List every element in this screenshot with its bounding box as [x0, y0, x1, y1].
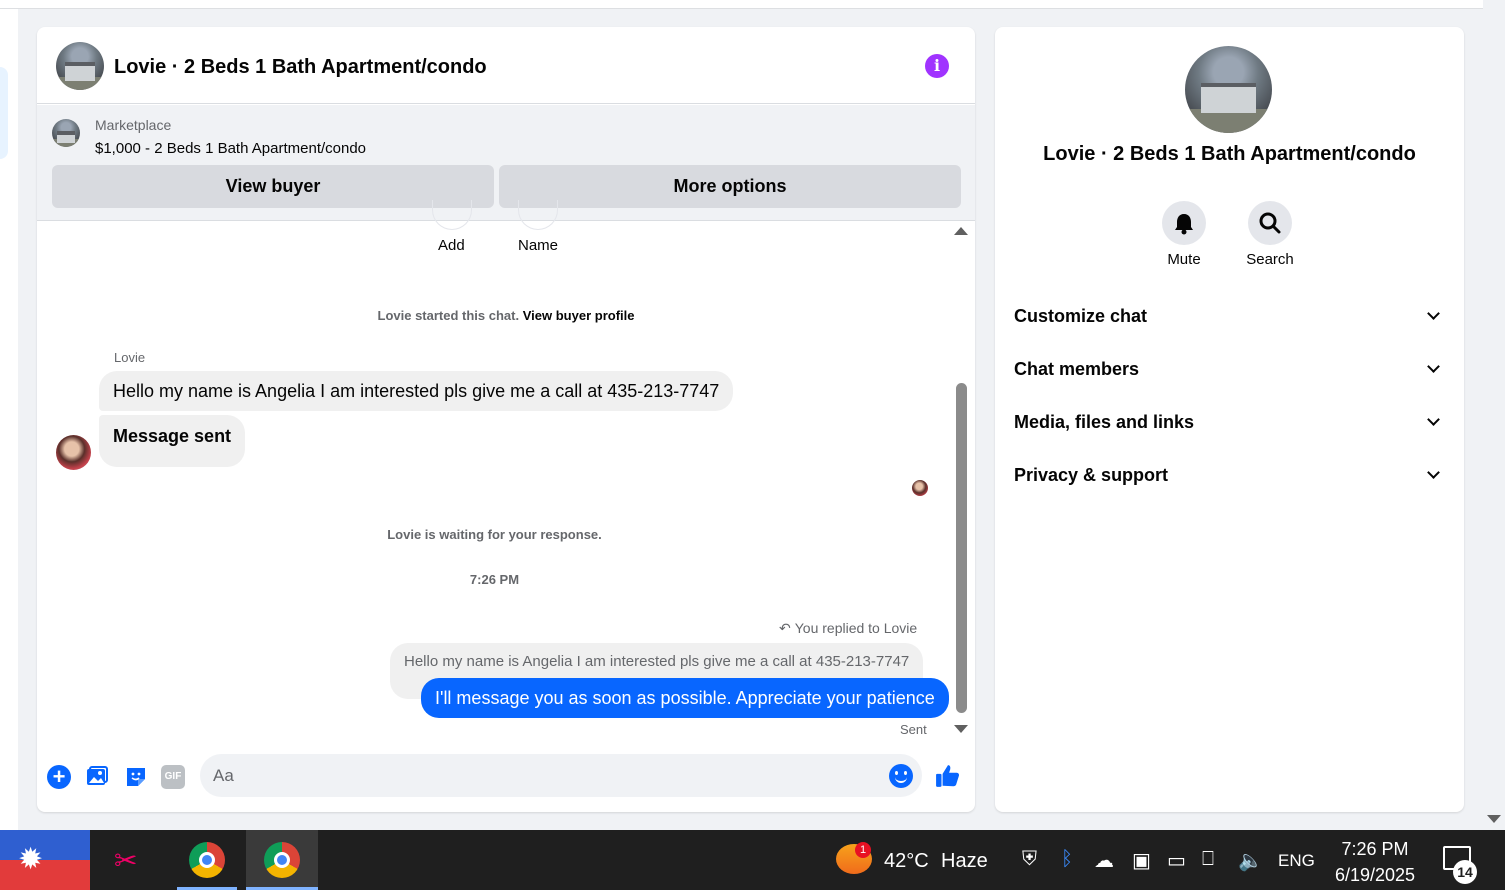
chrome-icon [189, 842, 225, 878]
replied-label: ↶ You replied to Lovie [779, 620, 917, 637]
seen-indicator-avatar [912, 480, 928, 496]
outgoing-message[interactable]: I'll message you as soon as possible. Ap… [421, 678, 949, 718]
reply-icon: ↶ [779, 620, 791, 636]
notification-count: 14 [1453, 860, 1477, 884]
scroll-down-arrow-icon[interactable] [954, 725, 968, 733]
more-options-button[interactable]: More options [499, 165, 961, 208]
left-nav-strip [0, 9, 18, 830]
bell-icon [1175, 214, 1193, 235]
incoming-message[interactable]: Hello my name is Angelia I am interested… [99, 371, 734, 411]
search-icon [1259, 212, 1281, 234]
message-composer: + GIF [37, 752, 975, 812]
clock-time: 7:26 PM [1341, 839, 1409, 859]
like-icon[interactable] [935, 763, 960, 787]
chat-window: Lovie · 2 Beds 1 Bath Apartment/condo i … [37, 27, 975, 812]
chevron-down-icon [1427, 307, 1440, 320]
customize-chat-section[interactable]: Customize chat [1014, 296, 1446, 336]
marketplace-label: Marketplace [95, 117, 172, 133]
info-icon[interactable]: i [925, 54, 949, 78]
emoji-icon[interactable] [889, 764, 913, 788]
chat-started-notice: Lovie started this chat. View buyer prof… [37, 308, 975, 323]
onedrive-icon[interactable]: ☁ [1094, 848, 1114, 873]
mute-button[interactable] [1162, 201, 1206, 245]
message-scrollbar[interactable] [954, 227, 968, 739]
info-avatar[interactable] [1185, 46, 1272, 133]
volume-icon[interactable]: 🔈 [1238, 848, 1263, 873]
message-input[interactable] [200, 754, 922, 797]
plus-icon[interactable]: + [47, 765, 71, 789]
bluetooth-icon[interactable]: ᛒ [1061, 848, 1073, 871]
listing-avatar[interactable] [56, 42, 104, 90]
chat-started-text: Lovie started this chat. [377, 308, 520, 323]
listing-thumbnail[interactable] [52, 119, 80, 147]
search-label: Search [1246, 251, 1294, 268]
mute-label: Mute [1167, 251, 1201, 268]
page-scroll-down-icon[interactable] [1487, 815, 1501, 823]
network-icon[interactable]: ⎕ [1202, 848, 1214, 871]
taskbar-snipping-tool[interactable]: ✂ [100, 830, 160, 890]
chat-info-panel: Lovie · 2 Beds 1 Bath Apartment/condo Mu… [995, 27, 1464, 812]
chat-title[interactable]: Lovie · 2 Beds 1 Bath Apartment/condo [114, 56, 487, 79]
sent-status: Sent [900, 722, 927, 737]
scroll-up-arrow-icon[interactable] [954, 227, 968, 235]
section-label: Privacy & support [1014, 465, 1169, 485]
section-label: Chat members [1014, 359, 1140, 379]
privacy-support-section[interactable]: Privacy & support [1014, 455, 1446, 495]
message-list: Add Name Lovie started this chat. View b… [37, 200, 975, 752]
name-label: Name [518, 237, 559, 254]
replied-text: You replied to Lovie [794, 620, 918, 636]
chat-header: Lovie · 2 Beds 1 Bath Apartment/condo i [37, 27, 975, 104]
browser-top-bar [0, 0, 1483, 9]
add-label: Add [438, 237, 465, 254]
camera-icon[interactable]: ▣ [1132, 848, 1151, 873]
marketplace-panel: Marketplace $1,000 - 2 Beds 1 Bath Apart… [37, 105, 975, 221]
name-circle-icon[interactable] [518, 200, 558, 230]
chevron-down-icon [1427, 413, 1440, 426]
chrome-profile-icon [264, 842, 300, 878]
search-button[interactable] [1248, 201, 1292, 245]
language-indicator[interactable]: ENG [1278, 851, 1315, 871]
scroll-thumb[interactable] [956, 383, 967, 713]
weather-badge: 1 [855, 842, 871, 858]
sender-avatar[interactable] [56, 435, 91, 470]
battery-icon[interactable]: ▭ [1167, 848, 1186, 873]
message-timestamp: 7:26 PM [469, 572, 520, 587]
info-title: Lovie · 2 Beds 1 Bath Apartment/condo [1043, 143, 1416, 165]
chat-members-section[interactable]: Chat members [1014, 349, 1446, 389]
sticker-icon[interactable] [124, 765, 148, 789]
taskbar-chrome-1[interactable] [177, 830, 237, 890]
chevron-down-icon [1427, 360, 1440, 373]
sender-name: Lovie [114, 350, 146, 365]
system-clock[interactable]: 7:26 PM 6/19/2025 [1330, 836, 1420, 888]
temperature[interactable]: 42°C [884, 850, 929, 873]
listing-description[interactable]: $1,000 - 2 Beds 1 Bath Apartment/condo [95, 140, 366, 157]
taskbar-chrome-2[interactable] [246, 830, 318, 890]
left-nav-active-tab[interactable] [0, 67, 8, 159]
waiting-notice: Lovie is waiting for your response. [387, 527, 602, 542]
gif-icon[interactable]: GIF [161, 765, 185, 789]
clock-date: 6/19/2025 [1334, 865, 1416, 885]
weather-condition[interactable]: Haze [941, 850, 988, 873]
photo-icon[interactable] [85, 765, 109, 789]
view-buyer-button[interactable]: View buyer [52, 165, 494, 208]
start-flag-icon[interactable]: ✹ [0, 830, 90, 890]
section-label: Media, files and links [1014, 412, 1195, 432]
view-buyer-profile-link[interactable]: View buyer profile [523, 308, 635, 323]
windows-taskbar: ✹ ✂ 1 42°C Haze ⛨ ᛒ ☁ ▣ ▭ ⎕ 🔈 ENG 7:26 P… [0, 830, 1505, 890]
incoming-message-2[interactable]: Message sent [99, 415, 246, 467]
scissors-icon: ✂ [114, 845, 138, 876]
chevron-down-icon [1427, 466, 1440, 479]
media-files-links-section[interactable]: Media, files and links [1014, 402, 1446, 442]
add-circle-icon[interactable] [432, 200, 472, 230]
security-shield-icon[interactable]: ⛨ [1022, 848, 1037, 871]
section-label: Customize chat [1014, 306, 1148, 326]
